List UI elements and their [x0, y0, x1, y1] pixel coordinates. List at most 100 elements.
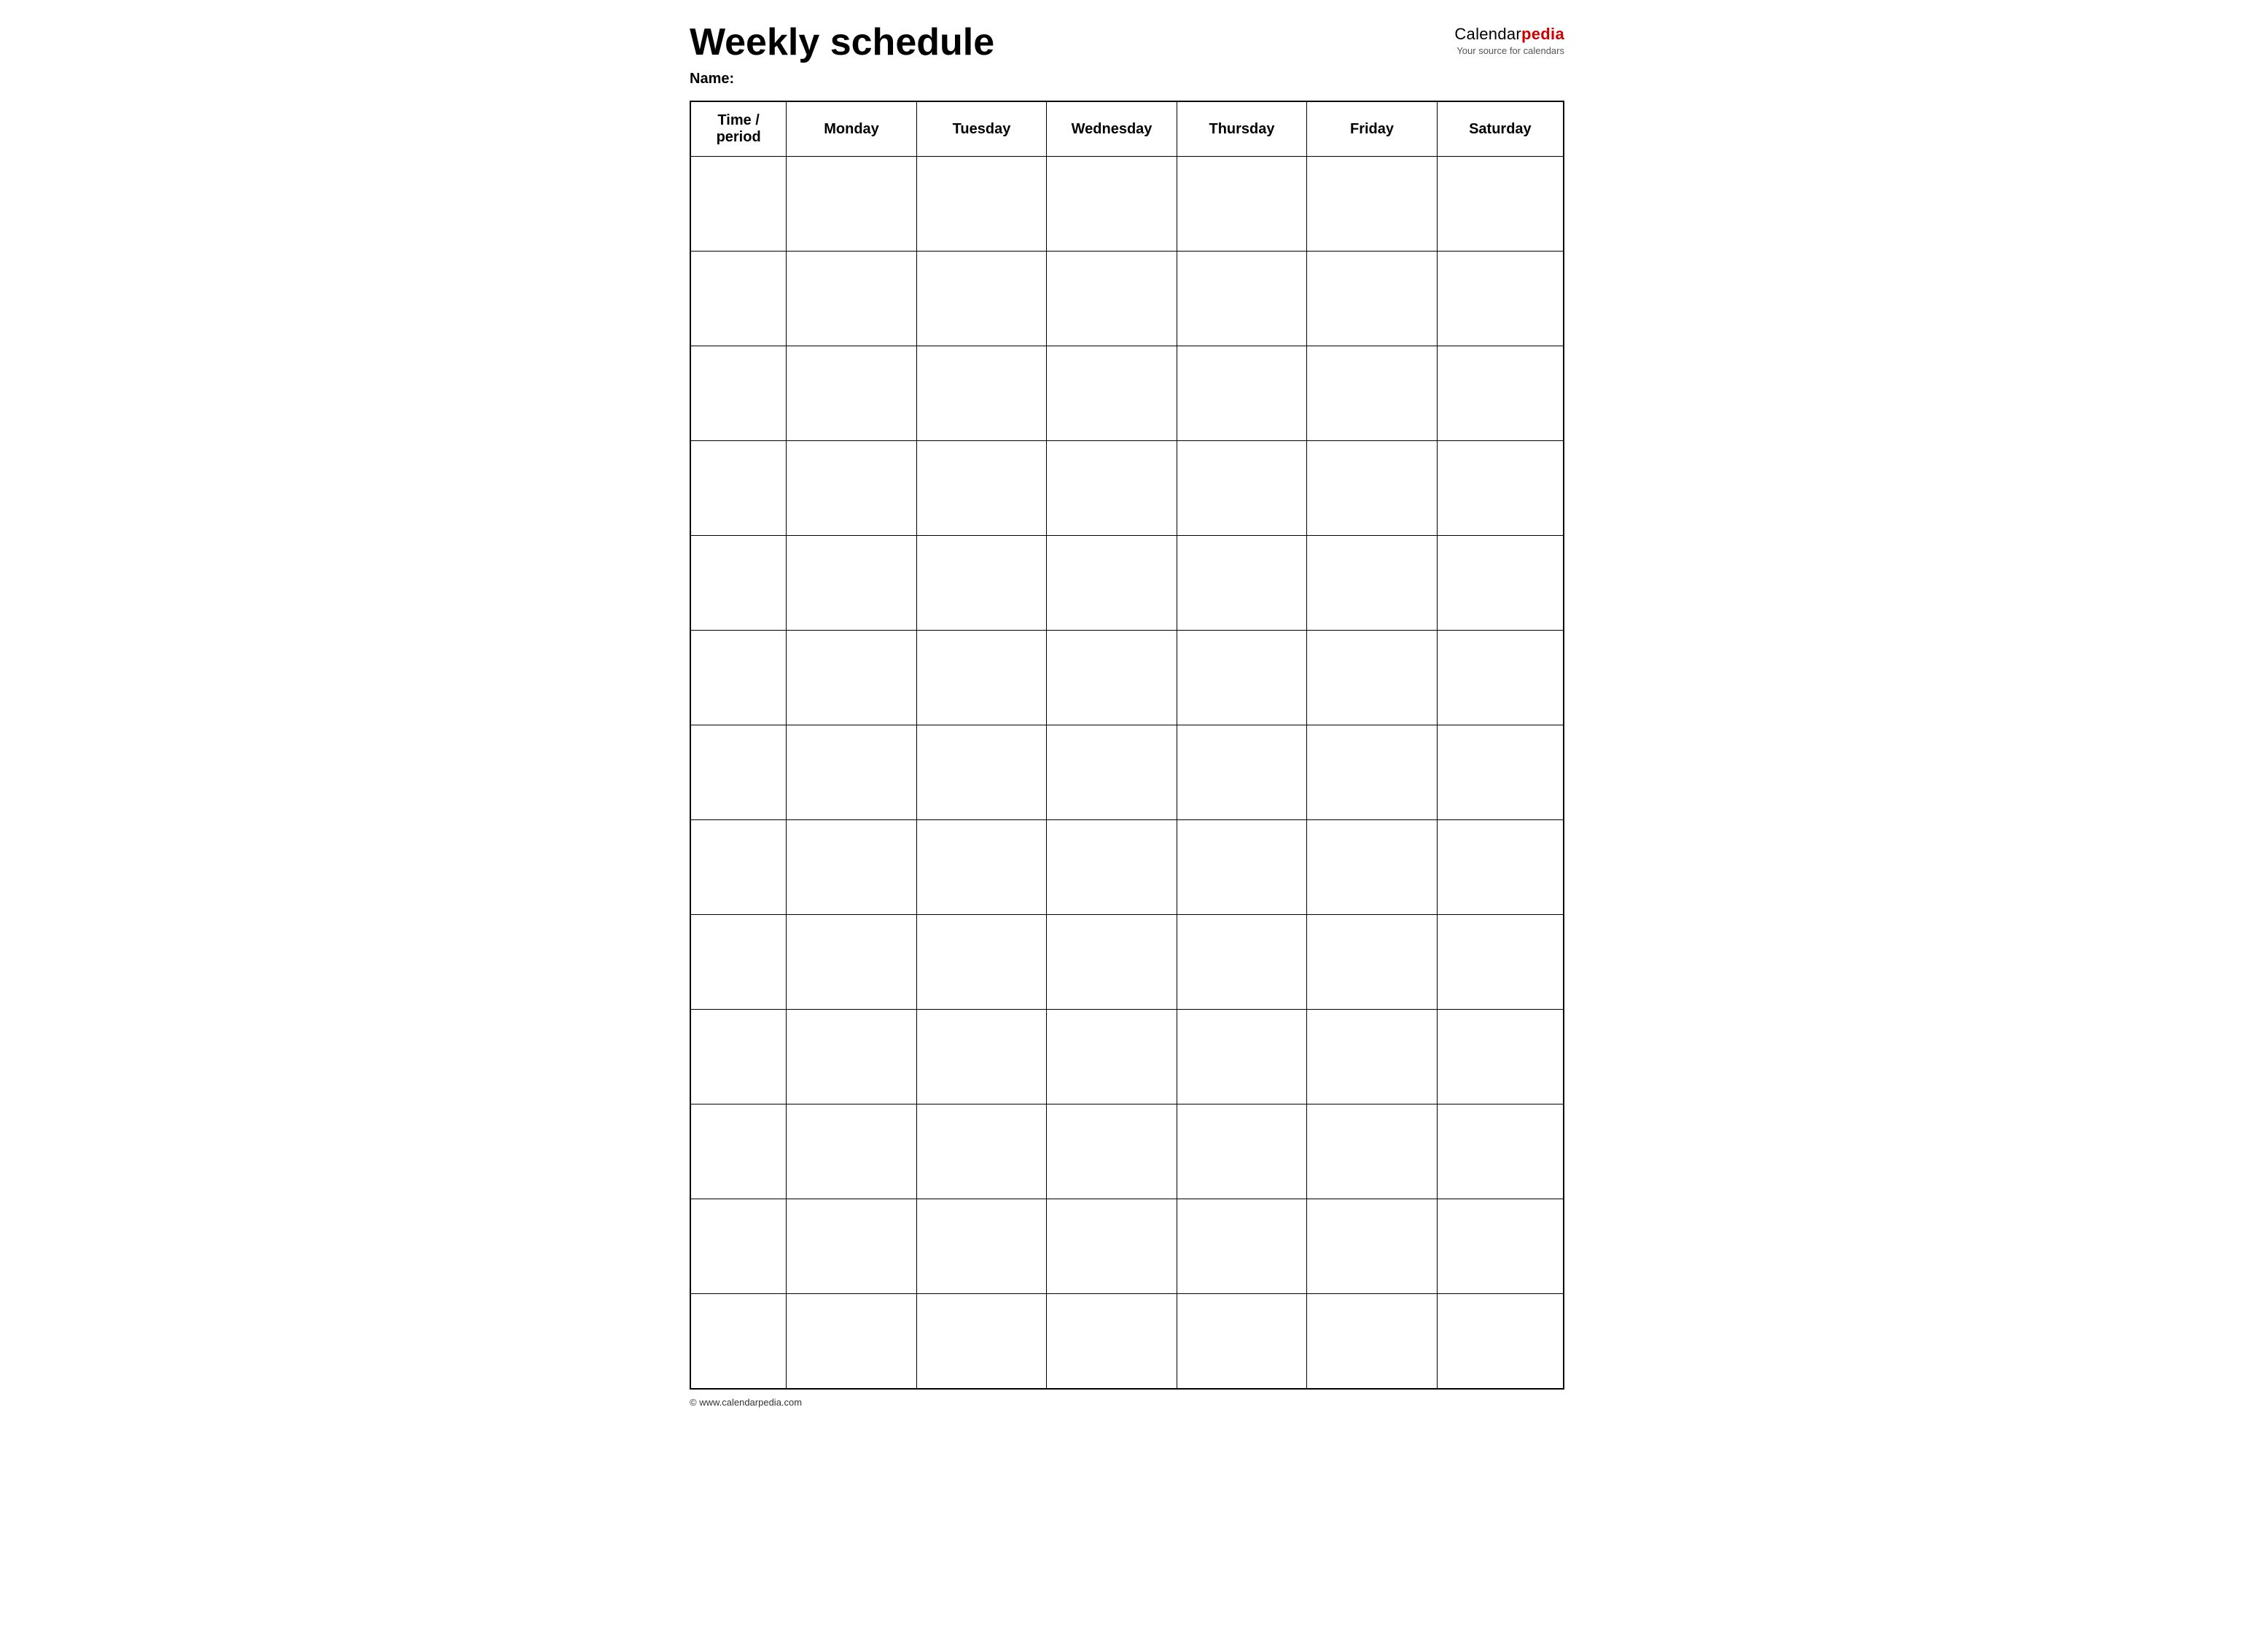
- table-cell[interactable]: [1437, 1199, 1564, 1294]
- table-cell[interactable]: [690, 1104, 787, 1199]
- table-cell[interactable]: [916, 725, 1047, 820]
- table-cell[interactable]: [1307, 536, 1438, 631]
- table-cell[interactable]: [1177, 1294, 1307, 1389]
- table-cell[interactable]: [1177, 1199, 1307, 1294]
- col-monday: Monday: [787, 101, 917, 157]
- table-cell[interactable]: [787, 631, 917, 725]
- table-cell[interactable]: [1307, 1010, 1438, 1104]
- table-cell[interactable]: [916, 1010, 1047, 1104]
- table-cell[interactable]: [787, 441, 917, 536]
- schedule-table: Time / period Monday Tuesday Wednesday T…: [690, 101, 1564, 1390]
- table-cell[interactable]: [1047, 1199, 1177, 1294]
- table-cell[interactable]: [1437, 631, 1564, 725]
- table-cell[interactable]: [1437, 252, 1564, 346]
- table-cell[interactable]: [787, 915, 917, 1010]
- table-cell[interactable]: [1047, 346, 1177, 441]
- table-cell[interactable]: [787, 1010, 917, 1104]
- table-cell[interactable]: [916, 915, 1047, 1010]
- table-cell[interactable]: [1177, 346, 1307, 441]
- table-cell[interactable]: [916, 1294, 1047, 1389]
- table-cell[interactable]: [1307, 915, 1438, 1010]
- table-cell[interactable]: [1307, 820, 1438, 915]
- table-cell[interactable]: [690, 1010, 787, 1104]
- page-header: Weekly schedule Calendarpedia Your sourc…: [690, 22, 1564, 63]
- table-cell[interactable]: [1177, 536, 1307, 631]
- table-cell[interactable]: [787, 157, 917, 252]
- table-cell[interactable]: [690, 915, 787, 1010]
- table-cell[interactable]: [787, 1104, 917, 1199]
- table-cell[interactable]: [1307, 346, 1438, 441]
- table-cell[interactable]: [1437, 157, 1564, 252]
- table-cell[interactable]: [690, 157, 787, 252]
- table-cell[interactable]: [1307, 631, 1438, 725]
- table-cell[interactable]: [1177, 725, 1307, 820]
- table-row: [690, 441, 1564, 536]
- table-cell[interactable]: [1437, 346, 1564, 441]
- table-cell[interactable]: [1047, 820, 1177, 915]
- table-cell[interactable]: [1437, 915, 1564, 1010]
- table-cell[interactable]: [690, 346, 787, 441]
- table-cell[interactable]: [1307, 1199, 1438, 1294]
- table-cell[interactable]: [690, 631, 787, 725]
- table-cell[interactable]: [1177, 1010, 1307, 1104]
- table-cell[interactable]: [1177, 157, 1307, 252]
- table-cell[interactable]: [1437, 1104, 1564, 1199]
- table-row: [690, 915, 1564, 1010]
- table-cell[interactable]: [690, 1199, 787, 1294]
- table-cell[interactable]: [916, 820, 1047, 915]
- table-cell[interactable]: [1437, 820, 1564, 915]
- table-cell[interactable]: [690, 536, 787, 631]
- table-cell[interactable]: [690, 441, 787, 536]
- table-cell[interactable]: [1047, 252, 1177, 346]
- table-cell[interactable]: [690, 820, 787, 915]
- table-cell[interactable]: [916, 1104, 1047, 1199]
- table-cell[interactable]: [787, 536, 917, 631]
- table-cell[interactable]: [1177, 820, 1307, 915]
- table-cell[interactable]: [1307, 252, 1438, 346]
- table-cell[interactable]: [1307, 1104, 1438, 1199]
- table-cell[interactable]: [1307, 157, 1438, 252]
- table-cell[interactable]: [1177, 252, 1307, 346]
- table-row: [690, 1294, 1564, 1389]
- table-cell[interactable]: [1047, 631, 1177, 725]
- table-cell[interactable]: [1177, 1104, 1307, 1199]
- table-cell[interactable]: [787, 1294, 917, 1389]
- table-cell[interactable]: [787, 820, 917, 915]
- table-cell[interactable]: [916, 252, 1047, 346]
- table-cell[interactable]: [916, 441, 1047, 536]
- table-cell[interactable]: [1047, 1104, 1177, 1199]
- col-thursday: Thursday: [1177, 101, 1307, 157]
- table-cell[interactable]: [690, 252, 787, 346]
- table-cell[interactable]: [1047, 441, 1177, 536]
- table-cell[interactable]: [1047, 157, 1177, 252]
- table-cell[interactable]: [690, 725, 787, 820]
- table-cell[interactable]: [1307, 441, 1438, 536]
- table-cell[interactable]: [787, 346, 917, 441]
- table-cell[interactable]: [1047, 725, 1177, 820]
- table-cell[interactable]: [916, 157, 1047, 252]
- table-cell[interactable]: [1047, 1010, 1177, 1104]
- table-cell[interactable]: [1177, 915, 1307, 1010]
- table-cell[interactable]: [916, 346, 1047, 441]
- table-cell[interactable]: [1047, 536, 1177, 631]
- table-cell[interactable]: [787, 725, 917, 820]
- table-cell[interactable]: [916, 631, 1047, 725]
- table-cell[interactable]: [1047, 1294, 1177, 1389]
- table-cell[interactable]: [1437, 536, 1564, 631]
- table-cell[interactable]: [1437, 1010, 1564, 1104]
- table-cell[interactable]: [1437, 1294, 1564, 1389]
- table-cell[interactable]: [1437, 441, 1564, 536]
- table-cell[interactable]: [787, 1199, 917, 1294]
- footer-url: © www.calendarpedia.com: [690, 1397, 802, 1408]
- table-cell[interactable]: [1307, 1294, 1438, 1389]
- table-cell[interactable]: [787, 252, 917, 346]
- table-cell[interactable]: [1047, 915, 1177, 1010]
- table-cell[interactable]: [1437, 725, 1564, 820]
- table-cell[interactable]: [916, 1199, 1047, 1294]
- table-row: [690, 631, 1564, 725]
- table-cell[interactable]: [916, 536, 1047, 631]
- table-cell[interactable]: [1177, 441, 1307, 536]
- table-cell[interactable]: [690, 1294, 787, 1389]
- table-cell[interactable]: [1177, 631, 1307, 725]
- table-cell[interactable]: [1307, 725, 1438, 820]
